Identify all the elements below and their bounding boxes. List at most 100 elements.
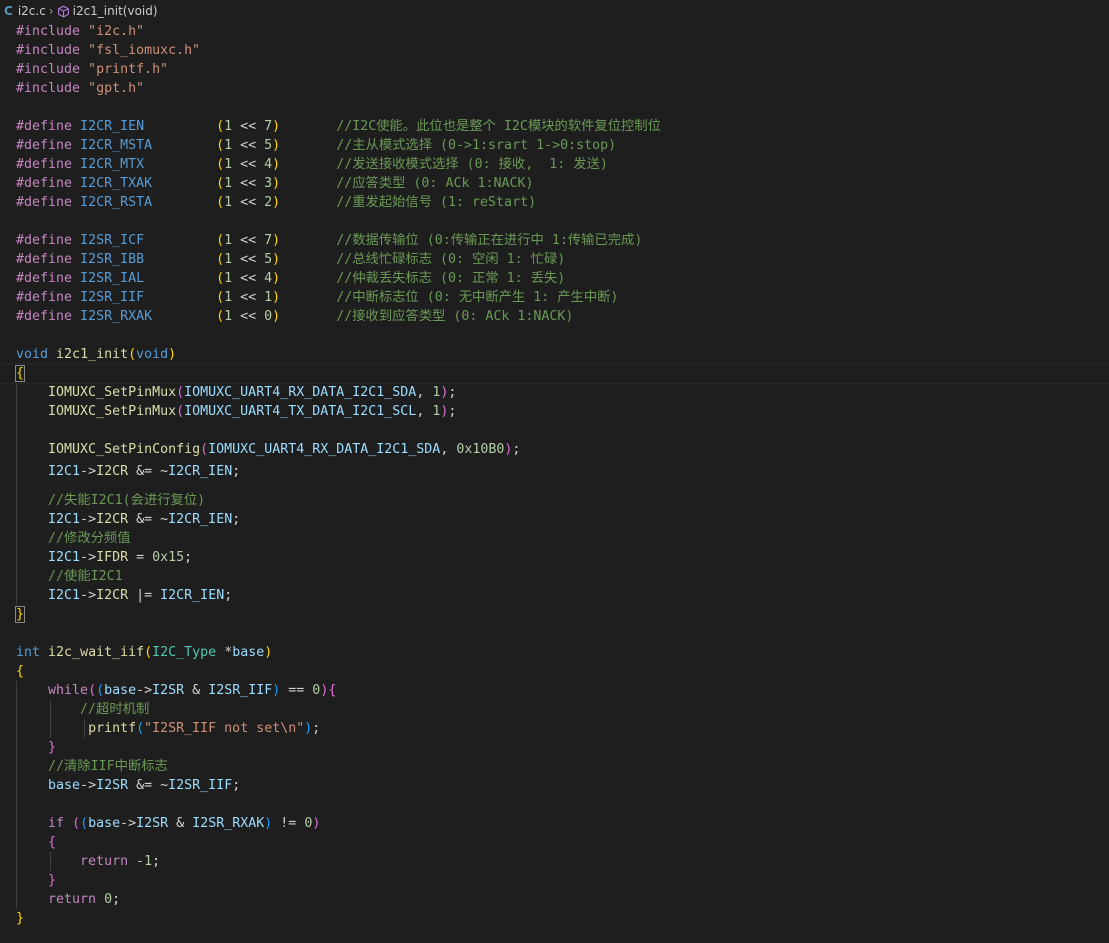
keyword: return: [48, 892, 97, 907]
operator: <<: [240, 195, 257, 210]
macro-ref: I2CR_IEN: [168, 464, 233, 479]
macro-name: I2CR_IEN: [80, 119, 145, 134]
operator: <<: [240, 271, 257, 286]
number: 7: [264, 119, 273, 134]
comment: //接收到应答类型 (0: ACk 1:NACK): [336, 309, 574, 324]
number: 0x15: [152, 550, 185, 565]
identifier: I2C1: [48, 512, 81, 527]
macro-name: I2CR_TXAK: [80, 176, 153, 191]
code-line: #define I2SR_IAL (1 << 4) //仲裁丢失标志 (0: 正常…: [16, 271, 566, 286]
identifier: IOMUXC_UART4_RX_DATA_I2C1_SDA: [184, 385, 417, 400]
breadcrumb: C i2c.c › i2c1_init(void): [0, 0, 1109, 22]
breadcrumb-symbol[interactable]: i2c1_init(void): [73, 4, 158, 18]
code-line: #define I2CR_TXAK (1 << 3) //应答类型 (0: ACk…: [16, 176, 534, 191]
preprocessor-directive: #include: [16, 24, 81, 39]
code-line: //使能I2C1: [0, 567, 1109, 586]
operator: <<: [240, 157, 257, 172]
comment: //仲裁丢失标志 (0: 正常 1: 丢失): [336, 271, 566, 286]
symbol-method-icon: [57, 5, 70, 18]
number: 5: [264, 138, 273, 153]
code-line: {: [16, 664, 25, 679]
code-line: IOMUXC_SetPinMux(IOMUXC_UART4_RX_DATA_I2…: [0, 383, 1109, 402]
comment: //重发起始信号 (1: reStart): [336, 195, 537, 210]
identifier: base: [88, 816, 121, 831]
comment: //数据传输位 (0:传输正在进行中 1:传输已完成): [336, 233, 643, 248]
function-call: IOMUXC_SetPinConfig: [48, 442, 201, 457]
field-name: I2CR: [96, 464, 129, 479]
number: 1: [224, 233, 233, 248]
keyword: int: [16, 645, 41, 660]
code-line: #define I2SR_RXAK (1 << 0) //接收到应答类型 (0: …: [16, 309, 574, 324]
number: 1: [224, 157, 233, 172]
keyword: while: [48, 683, 89, 698]
number: 7: [264, 233, 273, 248]
preprocessor-directive: #define: [16, 176, 73, 191]
code-line: //超时机制: [0, 700, 1109, 719]
string-literal: "I2SR_IIF not set\n": [144, 721, 305, 736]
keyword: return: [80, 854, 129, 869]
operator: ->: [80, 550, 97, 565]
field-name: IFDR: [96, 550, 129, 565]
code-line: #include "printf.h": [0, 60, 1109, 79]
include-file: "gpt.h": [88, 81, 145, 96]
operator: <<: [240, 252, 257, 267]
number: 1: [224, 195, 233, 210]
c-file-icon: C: [4, 4, 13, 18]
macro-name: I2CR_RSTA: [80, 195, 153, 210]
function-name: i2c1_init: [56, 347, 129, 362]
number: 0: [104, 892, 113, 907]
code-line: I2C1->IFDR = 0x15;: [0, 548, 1109, 567]
operator: |=: [136, 588, 153, 603]
identifier: base: [48, 778, 81, 793]
comment: //中断标志位 (0: 无中断产生 1: 产生中断): [336, 290, 619, 305]
comment: //超时机制: [80, 702, 150, 717]
code-line: return 0;: [0, 890, 1109, 909]
code-line: if ((base->I2SR & I2SR_RXAK) != 0): [0, 814, 1109, 833]
code-line: return -1;: [0, 852, 1109, 871]
preprocessor-directive: #define: [16, 309, 73, 324]
comment: //清除IIF中断标志: [48, 759, 168, 774]
number: 5: [264, 252, 273, 267]
field-name: I2SR: [96, 778, 129, 793]
code-line: //修改分频值: [0, 529, 1109, 548]
operator: &= ~: [136, 778, 169, 793]
operator: &= ~: [136, 512, 169, 527]
type-name: I2C_Type: [152, 645, 217, 660]
code-line: //失能I2C1(会进行复位): [0, 491, 1109, 510]
comment: //总线忙碌标志 (0: 空闲 1: 忙碌): [336, 252, 566, 267]
macro-name: I2CR_MSTA: [80, 138, 153, 153]
preprocessor-directive: #define: [16, 119, 73, 134]
macro-ref: I2SR_IIF: [208, 683, 273, 698]
code-line: base->I2SR &= ~I2SR_IIF;: [0, 776, 1109, 795]
breadcrumb-file[interactable]: i2c.c: [18, 4, 46, 18]
macro-name: I2SR_IAL: [80, 271, 145, 286]
code-line-current: {: [0, 363, 1109, 384]
code-line: }: [16, 911, 25, 926]
keyword: if: [48, 816, 65, 831]
preprocessor-directive: #include: [16, 62, 81, 77]
keyword: void: [16, 347, 49, 362]
code-line: I2C1->I2CR |= I2CR_IEN;: [0, 586, 1109, 605]
number: 0: [264, 309, 273, 324]
include-file: "fsl_iomuxc.h": [88, 43, 201, 58]
macro-ref: I2CR_IEN: [168, 512, 233, 527]
function-call: IOMUXC_SetPinMux: [48, 404, 177, 419]
code-line: #define I2SR_ICF (1 << 7) //数据传输位 (0:传输正在…: [16, 233, 643, 248]
identifier: base: [232, 645, 265, 660]
identifier: I2C1: [48, 588, 81, 603]
preprocessor-directive: #define: [16, 252, 73, 267]
operator: ->: [80, 464, 97, 479]
field-name: I2CR: [96, 512, 129, 527]
comment: //使能I2C1: [48, 569, 123, 584]
number: 1: [224, 138, 233, 153]
code-line: #include "i2c.h": [0, 22, 1109, 41]
preprocessor-directive: #define: [16, 157, 73, 172]
operator: <<: [240, 138, 257, 153]
keyword: void: [136, 347, 169, 362]
code-editor[interactable]: #include "i2c.h" #include "fsl_iomuxc.h"…: [0, 22, 1109, 928]
number: 1: [224, 119, 233, 134]
operator: &= ~: [136, 464, 169, 479]
function-name: i2c_wait_iif: [48, 645, 145, 660]
